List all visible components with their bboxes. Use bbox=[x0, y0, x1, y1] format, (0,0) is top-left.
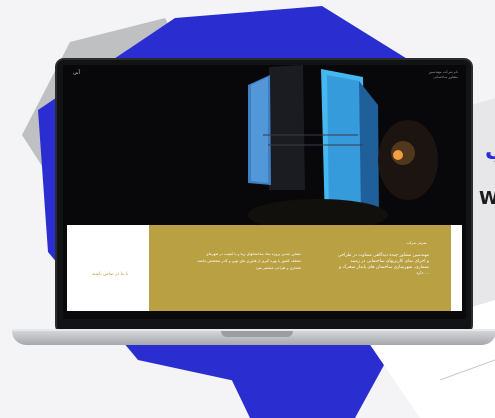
site-logo[interactable]: آبی bbox=[73, 70, 80, 76]
site-footer: با ما در تماس باشید مشاور چندین پروژه نم… bbox=[67, 225, 462, 311]
about-panel: مشاور چندین پروژه نماد ساختمانهای زیبا و… bbox=[149, 225, 451, 311]
site-header: نام شرکت مهندسین مشاور ساختمانی bbox=[388, 70, 458, 80]
laptop-screen: آبی نام شرکت مهندسین مشاور ساختمانی با م… bbox=[63, 65, 466, 319]
laptop-notch bbox=[221, 331, 293, 337]
about-paragraph-primary: مهندسین مشاور چیده دیدگاهی متفاوت در طرا… bbox=[337, 253, 429, 276]
about-paragraph-secondary: مشاور چندین پروژه نماد ساختمانهای زیبا و… bbox=[197, 252, 301, 270]
header-line: مشاور ساختمانی bbox=[433, 75, 458, 79]
brand-title-fragment: ب bbox=[485, 140, 495, 165]
blue-hexagon-bottom bbox=[215, 345, 395, 418]
about-title: معرفی شرکت bbox=[406, 241, 427, 245]
brand-subtitle-fragment: W bbox=[479, 188, 495, 209]
hero-building-image bbox=[63, 65, 466, 225]
contact-link[interactable]: با ما در تماس باشید bbox=[79, 272, 141, 277]
